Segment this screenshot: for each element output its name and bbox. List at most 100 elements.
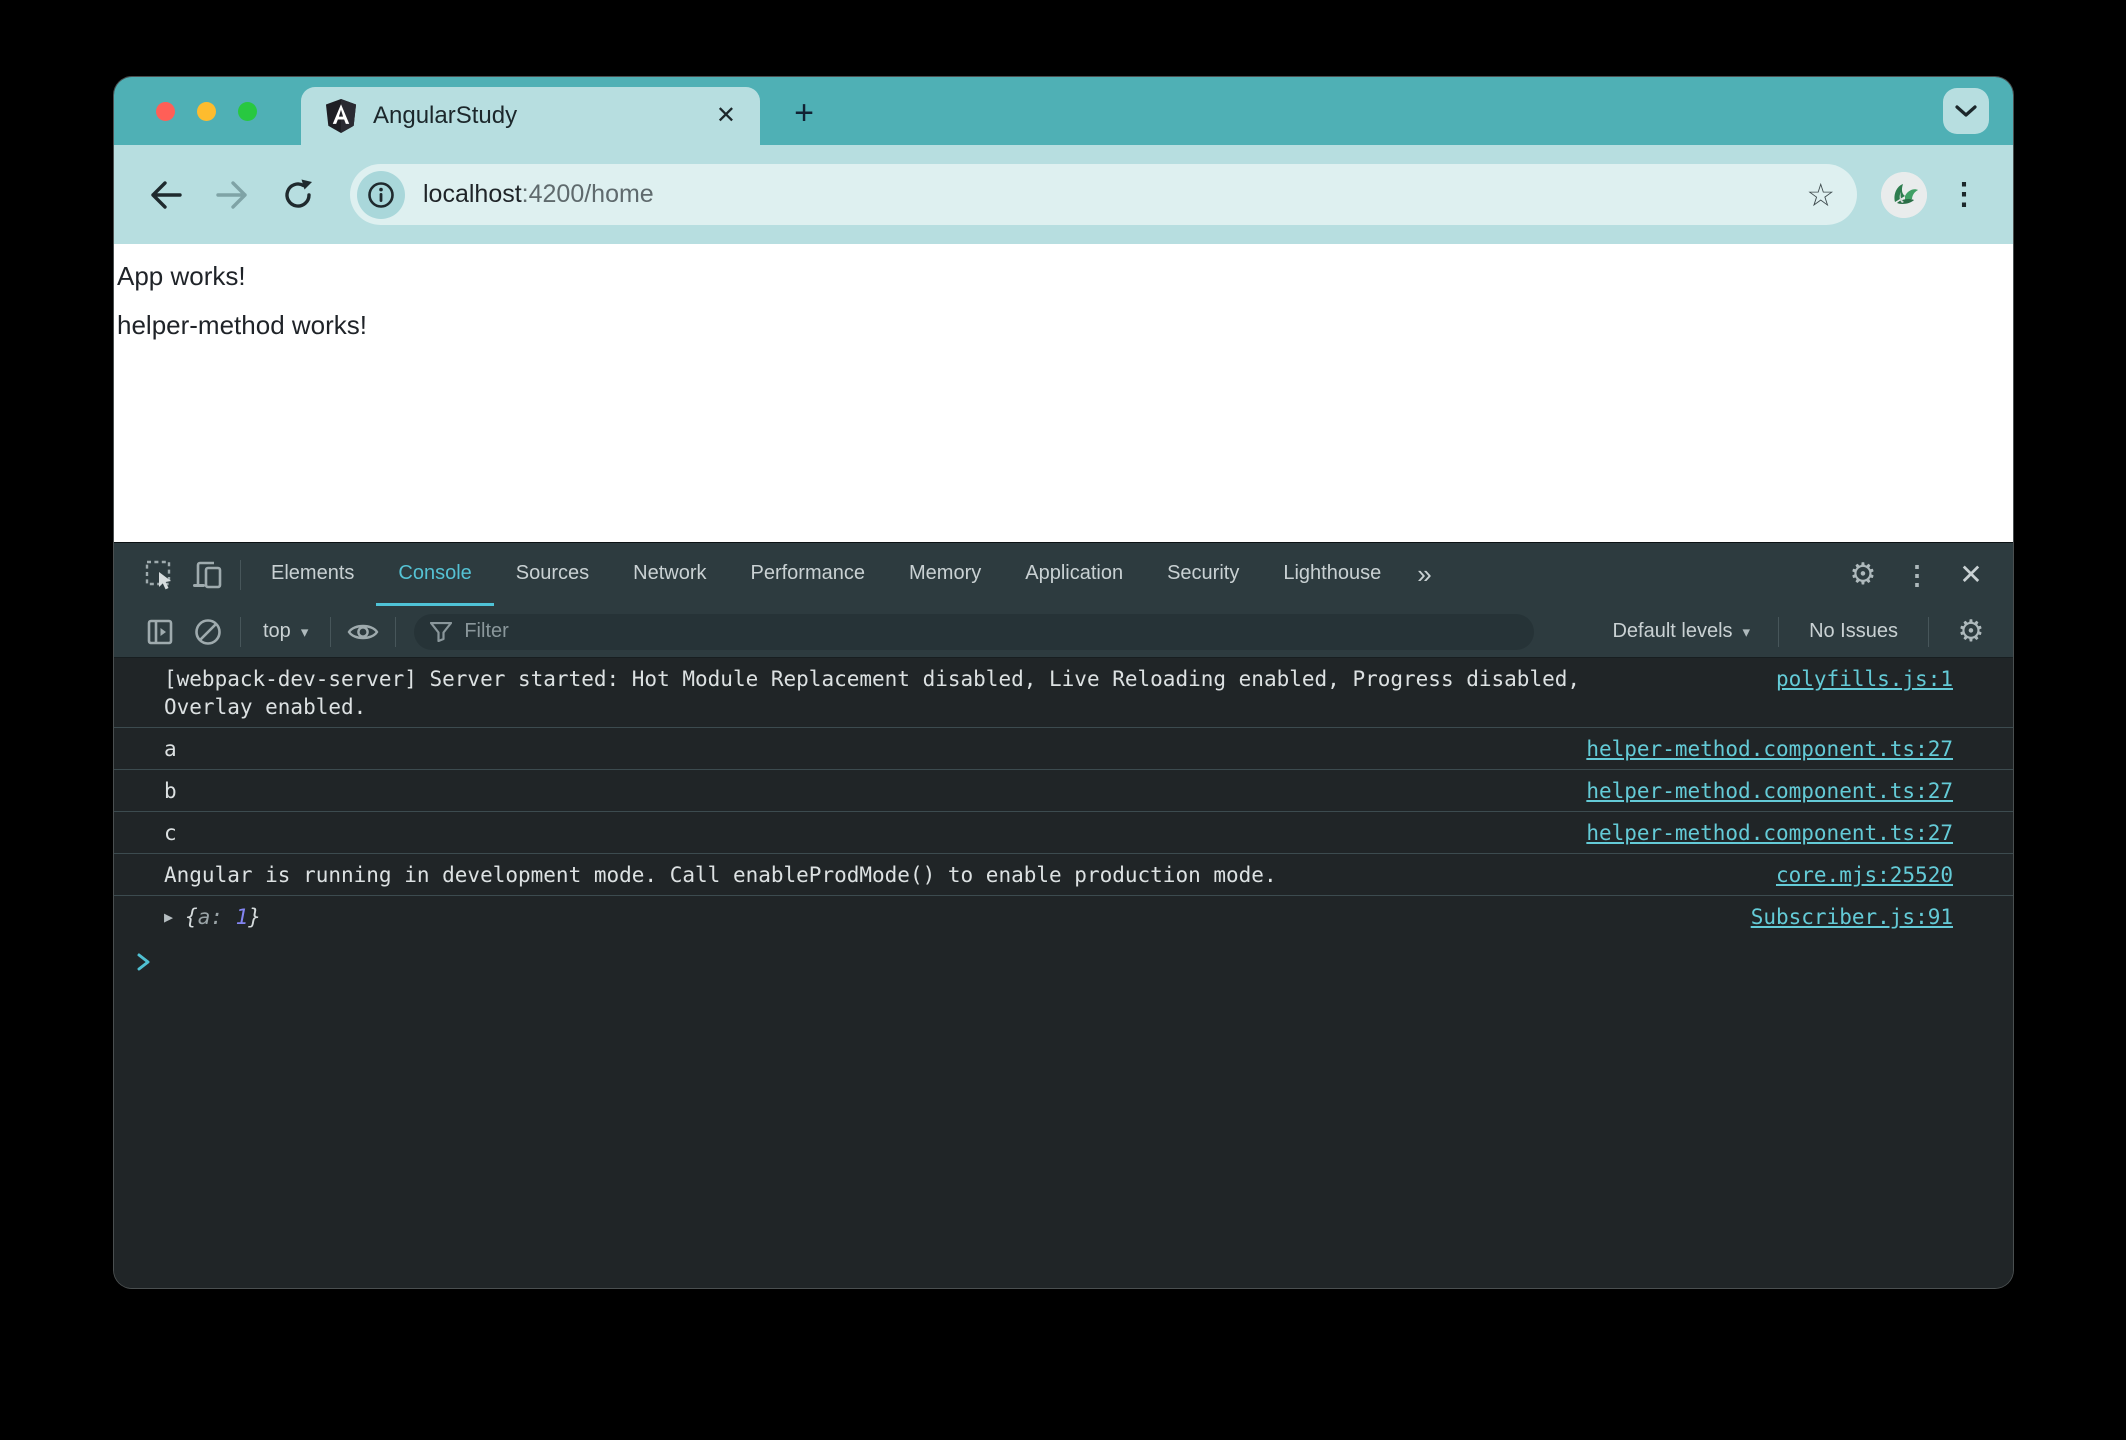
object-key: a	[197, 905, 211, 929]
forward-button[interactable]	[206, 169, 258, 221]
address-bar[interactable]: localhost:4200/home ☆	[350, 164, 1857, 225]
tab-sources[interactable]: Sources	[494, 543, 611, 606]
source-link[interactable]: helper-method.component.ts:27	[1586, 777, 1953, 805]
avatar-image	[1881, 171, 1927, 218]
source-link[interactable]: Subscriber.js:91	[1751, 903, 1953, 931]
tab-network[interactable]: Network	[611, 543, 728, 606]
page-content: App works! helper-method works!	[114, 244, 2013, 542]
site-info-button[interactable]	[357, 170, 405, 219]
divider	[395, 616, 397, 647]
console-message-row: a helper-method.component.ts:27	[114, 728, 2013, 770]
levels-label: Default levels	[1612, 620, 1733, 642]
live-expression-button[interactable]	[339, 620, 387, 644]
tab-search-button[interactable]	[1943, 88, 1989, 134]
devtools-panel: Elements Console Sources Network Perform…	[114, 542, 2013, 1288]
divider	[240, 616, 241, 647]
issues-counter[interactable]: No Issues	[1797, 620, 1910, 643]
sidebar-panel-icon	[147, 619, 173, 644]
devtools-settings-icon[interactable]: ⚙	[1839, 559, 1887, 590]
chevron-down-icon	[1955, 105, 1977, 117]
console-toolbar-right: Default levels ▾ No Issues ⚙	[1602, 616, 1995, 647]
browser-menu-button[interactable]: ⋮	[1941, 177, 1987, 212]
console-message-row: b helper-method.component.ts:27	[114, 770, 2013, 812]
inspect-cursor-icon	[145, 560, 171, 589]
source-link[interactable]: core.mjs:25520	[1776, 861, 1953, 889]
url-text: localhost:4200/home	[423, 180, 1806, 209]
angular-logo-icon	[325, 99, 357, 133]
javascript-context-dropdown[interactable]: top ▾	[249, 620, 322, 643]
object-value: 1	[235, 905, 249, 929]
clear-console-button[interactable]	[184, 617, 232, 647]
device-toolbar-button[interactable]	[184, 543, 232, 606]
source-link[interactable]: polyfills.js:1	[1776, 665, 1953, 693]
tab-title: AngularStudy	[373, 102, 518, 129]
object-preview[interactable]: ▶ {a: 1}	[164, 903, 261, 933]
more-tabs-button[interactable]: »	[1403, 543, 1445, 606]
browser-window: AngularStudy ✕ + localhost:4200/home ☆ ⋮…	[114, 77, 2013, 1288]
console-message-text: c	[164, 821, 177, 845]
console-message-row: Angular is running in development mode. …	[114, 854, 2013, 896]
tab-memory[interactable]: Memory	[887, 543, 1003, 606]
divider	[330, 616, 332, 647]
console-log: [webpack-dev-server] Server started: Hot…	[114, 658, 2013, 1288]
divider	[1778, 616, 1780, 647]
devtools-close-icon[interactable]: ✕	[1947, 560, 1995, 589]
back-button[interactable]	[140, 169, 192, 221]
object-separator: :	[210, 905, 236, 929]
helper-method-works-text: helper-method works!	[117, 310, 367, 340]
tab-console[interactable]: Console	[376, 543, 494, 606]
object-close-brace: }	[248, 905, 261, 929]
reload-icon	[285, 179, 312, 208]
filter-placeholder: Filter	[464, 620, 509, 642]
console-message-text: a	[164, 737, 177, 761]
tab-security[interactable]: Security	[1145, 543, 1261, 606]
devtools-tabs: Elements Console Sources Network Perform…	[249, 543, 1403, 606]
profile-avatar[interactable]	[1881, 171, 1927, 218]
inspect-element-button[interactable]	[136, 543, 184, 606]
reload-button[interactable]	[272, 169, 324, 221]
devtools-menu-icon[interactable]: ⋮	[1893, 562, 1941, 588]
browser-tab[interactable]: AngularStudy ✕	[301, 87, 760, 145]
new-tab-button[interactable]: +	[782, 91, 826, 135]
filter-funnel-icon	[430, 621, 453, 642]
back-arrow-icon	[151, 180, 182, 209]
console-message-text: Angular is running in development mode. …	[164, 863, 1277, 887]
forward-arrow-icon	[216, 180, 247, 209]
console-sidebar-toggle-button[interactable]	[136, 618, 184, 646]
tab-close-icon[interactable]: ✕	[712, 100, 740, 132]
console-settings-icon[interactable]: ⚙	[1947, 616, 1995, 647]
tab-strip: AngularStudy ✕ +	[114, 77, 2013, 145]
url-path: :4200/home	[521, 180, 654, 208]
bookmark-star-icon[interactable]: ☆	[1806, 179, 1835, 211]
window-minimize-button[interactable]	[197, 101, 216, 121]
console-message-text: b	[164, 779, 177, 803]
tab-elements[interactable]: Elements	[249, 543, 376, 606]
chevron-down-icon: ▾	[1742, 623, 1751, 641]
source-link[interactable]: helper-method.component.ts:27	[1586, 735, 1953, 763]
divider	[1928, 616, 1929, 647]
tab-lighthouse[interactable]: Lighthouse	[1261, 543, 1403, 606]
window-zoom-button[interactable]	[238, 101, 257, 121]
log-levels-dropdown[interactable]: Default levels ▾	[1602, 620, 1760, 643]
divider	[240, 559, 241, 590]
source-link[interactable]: helper-method.component.ts:27	[1586, 819, 1953, 847]
device-toolbar-icon	[193, 561, 222, 588]
window-controls	[156, 77, 257, 145]
devtools-tabbar: Elements Console Sources Network Perform…	[114, 542, 2013, 606]
info-icon	[368, 181, 394, 208]
console-toolbar: top ▾ Filter Default levels ▾ No Issues …	[114, 606, 2013, 658]
console-filter-input[interactable]: Filter	[414, 613, 1535, 650]
console-object-row: ▶ {a: 1} Subscriber.js:91	[114, 896, 2013, 939]
eye-icon	[347, 624, 379, 639]
window-close-button[interactable]	[156, 101, 175, 121]
console-message-text: [webpack-dev-server] Server started: Hot…	[164, 667, 1581, 719]
prompt-chevron-icon	[137, 953, 150, 971]
expand-triangle-icon[interactable]: ▶	[164, 903, 173, 931]
ban-icon	[195, 618, 221, 645]
context-label: top	[263, 620, 291, 642]
tab-performance[interactable]: Performance	[729, 543, 888, 606]
browser-toolbar: localhost:4200/home ☆ ⋮	[114, 145, 2013, 244]
app-works-text: App works!	[117, 261, 246, 291]
tab-application[interactable]: Application	[1003, 543, 1145, 606]
console-prompt[interactable]	[114, 939, 2013, 973]
